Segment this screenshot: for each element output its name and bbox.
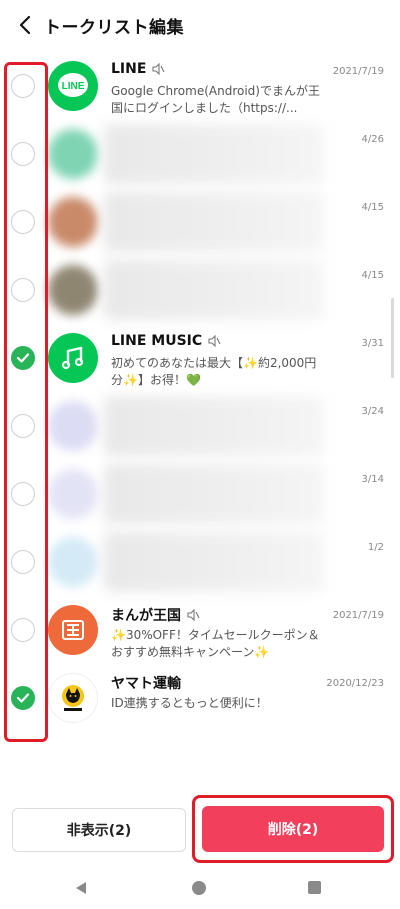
chat-date: 2021/7/19 <box>332 66 384 77</box>
chat-last-message: 初めてのあなたは最大【✨約2,000円分✨】お得！💚 <box>111 356 317 387</box>
chat-name: ヤマト運輸 <box>111 676 181 692</box>
svg-text:LINE: LINE <box>62 81 85 92</box>
blurred-content <box>104 260 324 320</box>
chat-date: 3/24 <box>361 406 384 417</box>
chat-row-yamato[interactable]: ヤマト運輸 ID連携するともっと便利に！ 2020/12/23 <box>0 664 392 732</box>
chat-row-blurred[interactable]: 3/24 <box>0 392 392 460</box>
blurred-avatar <box>48 265 98 315</box>
chat-row-line[interactable]: LINE LINE Google Chrome(Android)でまんが王国にロ… <box>0 52 392 120</box>
blurred-avatar <box>48 537 98 587</box>
highlight-box-checkboxes <box>4 62 48 742</box>
chat-name: LINE <box>111 61 165 77</box>
chat-date: 4/26 <box>361 134 384 145</box>
chat-date: 2021/7/19 <box>332 610 384 621</box>
chat-row-blurred[interactable]: 4/15 <box>0 188 392 256</box>
chat-row-blurred[interactable]: 4/26 <box>0 120 392 188</box>
music-note-icon <box>48 333 98 383</box>
back-button[interactable] <box>12 12 38 38</box>
blurred-content <box>104 124 324 184</box>
chat-date: 1/2 <box>367 542 384 553</box>
header: トークリスト編集 <box>0 0 400 52</box>
chat-last-message: ✨30%OFF！タイムセールクーポン＆おすすめ無料キャンペーン✨ <box>111 628 320 659</box>
chevron-left-icon <box>19 15 31 35</box>
highlight-box-delete <box>192 795 394 863</box>
chat-list[interactable]: LINE LINE Google Chrome(Android)でまんが王国にロ… <box>0 52 400 752</box>
yamato-cat-logo-icon <box>48 673 98 723</box>
blurred-avatar <box>48 129 98 179</box>
chat-row-blurred[interactable]: 3/14 <box>0 460 392 528</box>
hide-button[interactable]: 非表示(2) <box>12 808 186 852</box>
manga-oukoku-logo-icon <box>48 605 98 655</box>
chat-date: 3/14 <box>361 474 384 485</box>
system-nav-bar <box>0 870 400 909</box>
chat-date: 4/15 <box>361 270 384 281</box>
chat-row-line-music[interactable]: LINE MUSIC 初めてのあなたは最大【✨約2,000円分✨】お得！💚 3/… <box>0 324 392 392</box>
chat-row-blurred[interactable]: 1/2 <box>0 528 392 596</box>
chat-date: 2020/12/23 <box>326 678 384 689</box>
chat-date: 4/15 <box>361 202 384 213</box>
blurred-content <box>104 464 324 524</box>
chat-date: 3/31 <box>361 338 384 349</box>
nav-home-icon[interactable] <box>192 881 206 895</box>
blurred-avatar <box>48 197 98 247</box>
blurred-avatar <box>48 469 98 519</box>
nav-back-icon[interactable] <box>74 881 88 895</box>
mute-icon <box>152 63 165 75</box>
mute-icon <box>187 609 200 621</box>
mute-icon <box>208 335 221 347</box>
blurred-content <box>104 396 324 456</box>
chat-row-blurred[interactable]: 4/15 <box>0 256 392 324</box>
line-logo-icon: LINE <box>48 61 98 111</box>
page-title: トークリスト編集 <box>44 18 184 38</box>
blurred-content <box>104 532 324 592</box>
chat-last-message: ID連携するともっと便利に！ <box>111 696 268 710</box>
nav-recent-apps-icon[interactable] <box>308 881 321 894</box>
chat-name: LINE MUSIC <box>111 333 221 349</box>
scrollbar[interactable] <box>391 298 394 378</box>
blurred-content <box>104 192 324 252</box>
blurred-avatar <box>48 401 98 451</box>
chat-row-manga-oukoku[interactable]: まんが王国 ✨30%OFF！タイムセールクーポン＆おすすめ無料キャンペーン✨ 2… <box>0 596 392 664</box>
chat-name: まんが王国 <box>111 605 200 625</box>
chat-last-message: Google Chrome(Android)でまんが王国にログインしました（ht… <box>111 84 320 115</box>
